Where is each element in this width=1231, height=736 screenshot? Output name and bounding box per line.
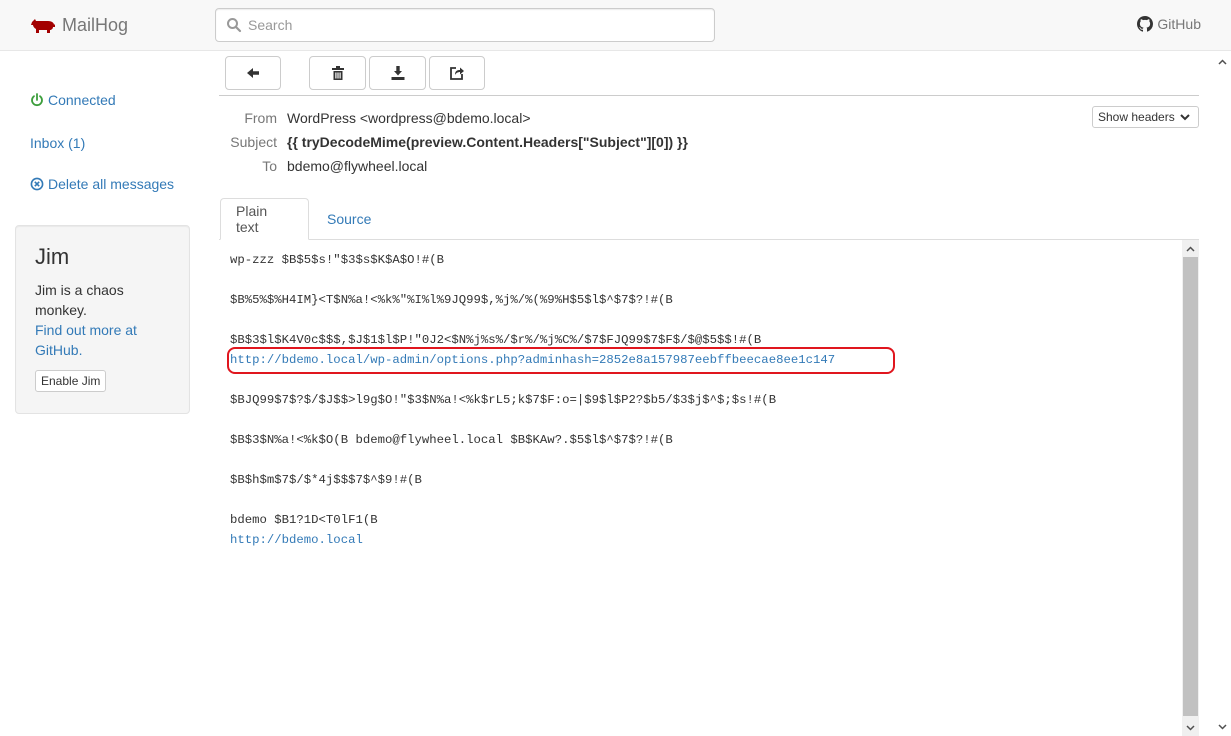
delete-all-messages-link[interactable]: Delete all messages	[30, 176, 174, 192]
body-scrollbar[interactable]	[1182, 240, 1199, 736]
download-button[interactable]	[369, 56, 426, 90]
highlight-annotation	[227, 347, 895, 374]
scrollbar-thumb[interactable]	[1183, 257, 1198, 716]
release-button[interactable]	[429, 56, 485, 90]
body-line: wp-zzz $B$5$s!"$3$s$K$A$O!#(B	[230, 253, 445, 267]
download-icon	[391, 66, 404, 80]
github-label: GitHub	[1157, 16, 1201, 32]
jim-github-link[interactable]: Find out more at GitHub.	[35, 322, 137, 358]
sidebar-item-inbox[interactable]: Inbox (1)	[30, 135, 85, 151]
connected-status[interactable]: Connected	[30, 92, 116, 108]
remove-circle-icon	[30, 177, 44, 191]
arrow-left-icon	[247, 68, 259, 78]
back-button[interactable]	[225, 56, 281, 90]
connected-label: Connected	[48, 92, 116, 108]
brand-name: MailHog	[62, 14, 129, 35]
jim-panel: Jim Jim is a chaos monkey. Find out more…	[15, 225, 190, 414]
body-line: $B%5%$%H4IM}<T$N%a!<%k%"%I%l%9JQ99$,%j%/…	[230, 293, 673, 307]
page-scroll-down-icon[interactable]	[1214, 718, 1231, 735]
tab-plain-text[interactable]: Plain text	[220, 198, 309, 240]
scroll-up-icon[interactable]	[1182, 240, 1199, 257]
site-link[interactable]: http://bdemo.local	[230, 530, 363, 550]
from-value: WordPress <wordpress@bdemo.local>	[287, 110, 531, 126]
jim-title: Jim	[35, 244, 70, 269]
delete-message-button[interactable]	[309, 56, 366, 90]
power-icon	[31, 93, 43, 107]
from-label: From	[244, 110, 277, 126]
show-headers-select[interactable]: Show headers	[1092, 106, 1199, 128]
inbox-label: Inbox (1)	[30, 135, 86, 151]
release-icon	[450, 67, 464, 80]
tab-source-label: Source	[327, 211, 372, 227]
subject-value: {{ tryDecodeMime(preview.Content.Headers…	[287, 134, 688, 150]
trash-icon	[331, 66, 344, 80]
to-value: bdemo@flywheel.local	[287, 158, 428, 174]
body-line: $B$h$m$7$/$*4j$$$7$^$9!#(B	[230, 473, 422, 487]
to-label: To	[262, 158, 277, 174]
jim-text: Jim is a chaos monkey.	[35, 282, 124, 319]
pig-logo-icon	[31, 19, 55, 33]
body-line: $BJQ99$7$?$/$J$$>l9g$O!"$3$N%a!<%k$rL5;k…	[230, 393, 777, 407]
message-body: wp-zzz $B$5$s!"$3$s$K$A$O!#(B $B%5%$%H4I…	[220, 240, 1182, 736]
scroll-down-icon[interactable]	[1182, 719, 1199, 736]
github-icon	[1137, 16, 1154, 32]
jim-description: Jim is a chaos monkey. Find out more at …	[35, 280, 170, 360]
delete-all-label: Delete all messages	[48, 176, 175, 192]
brand-link[interactable]: MailHog	[30, 13, 128, 37]
chevron-down-icon	[1180, 114, 1190, 121]
tab-plain-text-label: Plain text	[236, 203, 268, 235]
toolbar-divider	[219, 95, 1199, 96]
subject-label: Subject	[230, 134, 277, 150]
show-headers-label: Show headers	[1098, 110, 1175, 124]
body-line: $B$3$N%a!<%k$O(B bdemo@flywheel.local $B…	[230, 433, 673, 447]
tab-source[interactable]: Source	[312, 198, 386, 240]
page-scroll-up-icon[interactable]	[1214, 53, 1231, 70]
body-line: bdemo $B1?1D<T0lF1(B	[230, 513, 378, 527]
search-box[interactable]	[215, 8, 715, 42]
search-icon	[227, 18, 242, 33]
github-link[interactable]: GitHub	[1137, 16, 1201, 32]
page-scrollbar[interactable]	[1214, 51, 1231, 736]
enable-jim-button[interactable]: Enable Jim	[35, 370, 107, 393]
search-input[interactable]	[248, 17, 708, 33]
navbar: MailHog GitHub	[0, 0, 1231, 51]
